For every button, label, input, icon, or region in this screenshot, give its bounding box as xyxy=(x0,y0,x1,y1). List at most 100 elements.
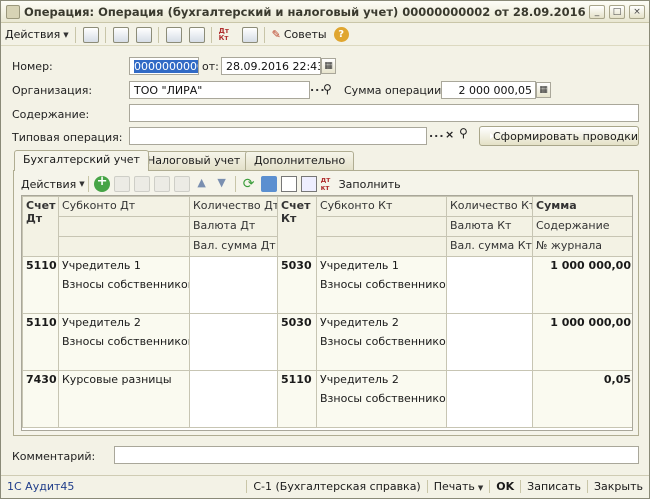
report-button[interactable] xyxy=(239,25,261,45)
separator xyxy=(87,176,89,192)
row-qty-kt xyxy=(446,256,533,314)
table-row[interactable]: 7430 Курсовые разницы 5110 Учредитель 2В… xyxy=(22,370,632,428)
refresh-button[interactable] xyxy=(110,25,132,45)
typical-operation-field[interactable] xyxy=(129,127,427,145)
end-edit-icon[interactable] xyxy=(173,176,190,192)
copy-icon xyxy=(135,26,152,43)
date-field[interactable]: 28.09.2016 22:43:1 xyxy=(221,57,321,75)
header-sub-dt[interactable]: Субконто Дт xyxy=(58,196,190,217)
calculator-button[interactable]: ▦ xyxy=(536,82,551,98)
refresh-icon[interactable]: ⟳ xyxy=(241,176,257,192)
separator xyxy=(234,176,236,192)
search-icon[interactable]: ⚲ xyxy=(459,126,468,140)
maximize-button[interactable]: □ xyxy=(609,4,625,19)
table-row[interactable]: 5110 Учредитель 1 Взносы собственников 50… xyxy=(22,256,632,314)
minimize-button[interactable]: _ xyxy=(589,4,605,19)
move-up-icon[interactable]: ▲ xyxy=(194,176,210,192)
organization-field[interactable]: ТОО "ЛИРА" xyxy=(129,81,310,99)
ok-button[interactable]: OK xyxy=(489,480,520,493)
header-journal[interactable]: № журнала xyxy=(532,236,632,257)
print-icon[interactable] xyxy=(300,176,317,192)
number-value: 00000000002 xyxy=(134,59,198,73)
print-menu[interactable]: Печать ▼ xyxy=(426,480,490,493)
header-content[interactable]: Содержание xyxy=(532,216,632,237)
generate-label: Сформировать проводки xyxy=(493,129,639,143)
header-sub-kt[interactable]: Субконто Кт xyxy=(316,196,447,217)
separator xyxy=(74,26,76,43)
company-link[interactable]: 1С Аудит45 xyxy=(1,480,80,493)
document-type-link[interactable]: С-1 (Бухгалтерская справка) xyxy=(246,480,426,493)
separator xyxy=(157,26,159,43)
list-icon xyxy=(165,26,182,43)
row-sub-dt: Курсовые разницы xyxy=(58,370,190,428)
advice-button[interactable]: ✎ Советы xyxy=(269,25,330,45)
row-sub-kt: Учредитель 1 Взносы собственников xyxy=(316,256,447,314)
document-window: Операция: Операция (бухгалтерский и нало… xyxy=(0,0,650,499)
header-cursum-kt[interactable]: Вал. сумма Кт xyxy=(446,236,533,257)
fill-button[interactable]: Заполнить xyxy=(339,178,401,191)
refresh-icon xyxy=(112,26,129,43)
sum-field[interactable]: 2 000 000,05 xyxy=(441,81,536,99)
close-button[interactable]: × xyxy=(629,4,645,19)
date-value: 28.09.2016 22:43:1 xyxy=(226,59,320,73)
calendar-button[interactable]: ▦ xyxy=(321,58,336,74)
header-kt[interactable]: Счет Кт xyxy=(277,196,317,257)
tab-accounting[interactable]: Бухгалтерский учет xyxy=(14,150,149,171)
generate-postings-button[interactable]: Сформировать проводки xyxy=(479,126,639,146)
comment-field[interactable] xyxy=(114,446,639,464)
row-sum: 1 000 000,00 xyxy=(532,313,632,371)
delete-row-icon[interactable] xyxy=(153,176,170,192)
copy-button[interactable] xyxy=(133,25,155,45)
move-down-icon[interactable]: ▼ xyxy=(214,176,230,192)
row-sub-dt: Учредитель 2 Взносы собственников xyxy=(58,313,190,371)
dropdown-arrow-icon: ▼ xyxy=(63,30,69,39)
number-field[interactable]: 00000000002 xyxy=(129,57,199,75)
date-label: от: xyxy=(202,60,219,73)
title-bar: Операция: Операция (бухгалтерский и нало… xyxy=(1,1,649,23)
advice-label: Советы xyxy=(283,28,327,41)
header-blank xyxy=(316,216,447,237)
dt-kt-button[interactable]: Дт Кт xyxy=(216,25,238,45)
sum-value: 2 000 000,05 xyxy=(458,83,532,97)
help-button[interactable]: ? xyxy=(331,25,352,45)
row-kt: 5030 xyxy=(277,256,317,314)
report-icon xyxy=(241,26,258,43)
edit-row-icon[interactable] xyxy=(133,176,150,192)
header-qty-dt[interactable]: Количество Дт xyxy=(189,196,278,217)
header-sum[interactable]: Сумма xyxy=(532,196,632,217)
comment-label: Комментарий: xyxy=(12,450,96,463)
structure-button[interactable] xyxy=(186,25,208,45)
row-kt: 5030 xyxy=(277,313,317,371)
header-qty-kt[interactable]: Количество Кт xyxy=(446,196,533,217)
copy-row-icon[interactable] xyxy=(113,176,130,192)
calculator-icon: ▦ xyxy=(539,85,548,95)
pencil-icon[interactable] xyxy=(260,176,277,192)
list-button[interactable] xyxy=(163,25,185,45)
header-cur-kt[interactable]: Валюта Кт xyxy=(446,216,533,237)
row-sum: 1 000 000,00 xyxy=(532,256,632,314)
row-qty-dt xyxy=(189,370,278,428)
grid-actions-menu[interactable]: Действия xyxy=(21,178,76,191)
actions-menu[interactable]: Действия ▼ xyxy=(2,25,72,45)
organization-label: Организация: xyxy=(12,84,93,97)
save-button[interactable]: Записать xyxy=(520,480,587,493)
content-field[interactable] xyxy=(129,104,639,122)
header-cursum-dt[interactable]: Вал. сумма Дт xyxy=(189,236,278,257)
row-dt: 5110 xyxy=(22,256,59,314)
search-icon[interactable]: ⚲ xyxy=(323,82,332,96)
row-sub-dt: Учредитель 1 Взносы собственников xyxy=(58,256,190,314)
typical-select-button[interactable]: ... xyxy=(429,127,445,140)
header-cur-dt[interactable]: Валюта Дт xyxy=(189,216,278,237)
go-to-button[interactable] xyxy=(80,25,102,45)
typical-operation-label: Типовая операция: xyxy=(12,131,123,144)
close-form-button[interactable]: Закрыть xyxy=(587,480,649,493)
clear-icon[interactable]: × xyxy=(445,128,454,141)
tab-tax[interactable]: Налоговый учет xyxy=(138,151,250,170)
row-dt: 5110 xyxy=(22,313,59,371)
table-row[interactable]: 5110 Учредитель 2 Взносы собственников 50… xyxy=(22,313,632,371)
app-icon xyxy=(6,4,20,19)
filter-icon[interactable] xyxy=(280,176,297,192)
header-dt[interactable]: Счет Дт xyxy=(22,196,59,257)
tab-additional[interactable]: Дополнительно xyxy=(245,151,355,170)
add-row-icon[interactable] xyxy=(93,174,110,192)
